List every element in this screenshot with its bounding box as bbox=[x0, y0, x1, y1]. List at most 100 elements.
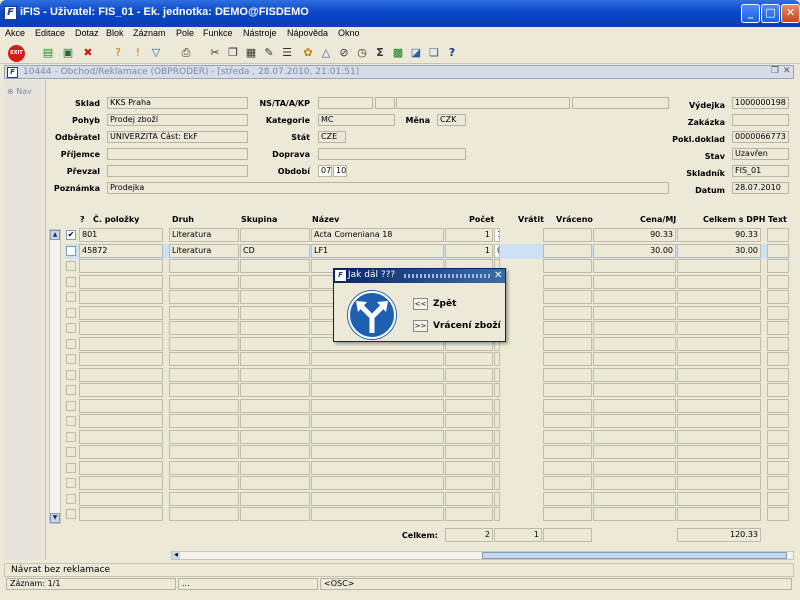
cell-cena[interactable]: 90.33 bbox=[593, 228, 676, 242]
cell-celkem[interactable] bbox=[677, 476, 761, 490]
cell-druh[interactable]: Literatura bbox=[169, 243, 239, 258]
cell-cislo[interactable] bbox=[79, 491, 163, 506]
cell-cena[interactable]: 30.00 bbox=[593, 243, 676, 258]
cell-vraceno[interactable] bbox=[543, 259, 592, 273]
prevzal-field[interactable] bbox=[107, 165, 248, 177]
row-checkbox[interactable] bbox=[66, 385, 76, 395]
cell-celkem[interactable] bbox=[677, 445, 761, 459]
cell-vratit[interactable] bbox=[494, 460, 500, 475]
cell-vraceno[interactable] bbox=[543, 367, 592, 382]
cell-celkem[interactable] bbox=[677, 352, 761, 366]
cell-text[interactable] bbox=[767, 352, 789, 366]
cell-vraceno[interactable] bbox=[543, 321, 592, 335]
cell-vratit[interactable] bbox=[494, 445, 500, 459]
cell-cena[interactable] bbox=[593, 414, 676, 428]
cell-nazev[interactable] bbox=[311, 507, 444, 521]
list-icon[interactable]: ☰ bbox=[279, 45, 295, 61]
cell-vratit[interactable] bbox=[494, 507, 500, 521]
cell-druh[interactable] bbox=[169, 476, 239, 490]
copy-icon[interactable]: ❐ bbox=[225, 45, 241, 61]
print-icon[interactable]: ⎙ bbox=[178, 45, 194, 61]
menu-editace[interactable]: Editace bbox=[35, 28, 65, 38]
table-row[interactable] bbox=[65, 429, 790, 445]
cell-celkem[interactable] bbox=[677, 305, 761, 320]
table-row[interactable] bbox=[65, 383, 790, 398]
cell-vraceno[interactable] bbox=[543, 336, 592, 351]
scroll-thumb[interactable] bbox=[482, 552, 787, 559]
cell-skupina[interactable] bbox=[240, 352, 310, 366]
cell-text[interactable] bbox=[767, 476, 789, 490]
menu-zaznam[interactable]: Záznam bbox=[133, 28, 166, 38]
paste-icon[interactable]: ▦ bbox=[243, 45, 259, 61]
minimize-button[interactable]: _ bbox=[741, 4, 760, 23]
pohyb-field[interactable]: Prodej zboží bbox=[107, 114, 248, 126]
cell-cena[interactable] bbox=[593, 507, 676, 521]
row-checkbox[interactable] bbox=[66, 354, 76, 364]
cell-skupina[interactable] bbox=[240, 259, 310, 273]
cell-vraceno[interactable] bbox=[543, 398, 592, 413]
row-checkbox[interactable] bbox=[66, 447, 76, 457]
stat-field[interactable]: CZE bbox=[318, 131, 346, 143]
cell-druh[interactable] bbox=[169, 367, 239, 382]
row-checkbox[interactable] bbox=[66, 338, 76, 349]
cell-druh[interactable] bbox=[169, 445, 239, 459]
cell-vraceno[interactable] bbox=[543, 491, 592, 506]
cell-vratit[interactable] bbox=[494, 414, 500, 428]
ns-field-4[interactable] bbox=[572, 97, 669, 109]
row-checkbox[interactable] bbox=[66, 493, 76, 504]
sum-icon[interactable]: Σ bbox=[372, 45, 388, 61]
vydejka-field[interactable]: 1000000198 bbox=[732, 97, 789, 109]
cell-cislo[interactable] bbox=[79, 290, 163, 304]
table-row[interactable] bbox=[65, 414, 790, 429]
cell-pocet[interactable]: 1 bbox=[445, 228, 493, 242]
cell-vraceno[interactable] bbox=[543, 290, 592, 304]
sklad-field[interactable]: KKS Praha bbox=[107, 97, 248, 109]
cell-vraceno[interactable] bbox=[543, 228, 592, 242]
dialog-close-icon[interactable]: ✕ bbox=[494, 270, 502, 281]
table-row[interactable]: 45872 LiteraturaCDLF110 30.0030.00 bbox=[65, 243, 790, 259]
cell-vraceno[interactable] bbox=[543, 352, 592, 366]
cell-cislo[interactable]: 45872 bbox=[79, 243, 163, 258]
cell-cena[interactable] bbox=[593, 290, 676, 304]
cell-vraceno[interactable] bbox=[543, 414, 592, 428]
odberatel-field[interactable]: UNIVERZITA Část: EkF bbox=[107, 131, 248, 143]
menu-dotaz[interactable]: Dotaz bbox=[75, 28, 99, 38]
stav-field[interactable]: Uzavřen bbox=[732, 148, 789, 160]
restore-icon[interactable]: ❐ bbox=[771, 66, 779, 76]
cell-cislo[interactable] bbox=[79, 367, 163, 382]
cell-skupina[interactable] bbox=[240, 383, 310, 397]
execute-query-icon[interactable]: ! bbox=[130, 45, 146, 61]
cell-cena[interactable] bbox=[593, 429, 676, 444]
cell-cislo[interactable] bbox=[79, 336, 163, 351]
menu-funkce[interactable]: Funkce bbox=[203, 28, 233, 38]
row-checkbox[interactable] bbox=[66, 323, 76, 333]
cell-vraceno[interactable] bbox=[543, 305, 592, 320]
row-checkbox[interactable] bbox=[66, 400, 76, 411]
enter-query-icon[interactable]: ? bbox=[110, 45, 126, 61]
cell-cislo[interactable] bbox=[79, 321, 163, 335]
form-close-icon[interactable]: ✕ bbox=[783, 66, 791, 76]
cell-skupina[interactable] bbox=[240, 460, 310, 475]
cell-nazev[interactable] bbox=[311, 398, 444, 413]
cell-pocet[interactable] bbox=[445, 383, 493, 397]
ns-field-2[interactable] bbox=[375, 97, 395, 109]
cell-druh[interactable] bbox=[169, 352, 239, 366]
cell-text[interactable] bbox=[767, 429, 789, 444]
back-label[interactable]: Zpět bbox=[433, 299, 456, 309]
cell-vraceno[interactable] bbox=[543, 383, 592, 397]
save-icon[interactable]: ▣ bbox=[60, 45, 76, 61]
cell-cena[interactable] bbox=[593, 367, 676, 382]
cell-druh[interactable] bbox=[169, 290, 239, 304]
cell-cena[interactable] bbox=[593, 445, 676, 459]
poznamka-field[interactable]: Prodejka bbox=[107, 182, 669, 194]
cell-pocet[interactable] bbox=[445, 352, 493, 366]
cell-nazev[interactable] bbox=[311, 367, 444, 382]
pokl-doklad-field[interactable]: 0000066773 bbox=[732, 131, 789, 143]
ns-field-1[interactable] bbox=[318, 97, 373, 109]
row-checkbox[interactable]: ✔ bbox=[66, 230, 76, 240]
doprava-field[interactable] bbox=[318, 148, 466, 160]
cell-druh[interactable] bbox=[169, 321, 239, 335]
cell-nazev[interactable]: Acta Comeniana 18 bbox=[311, 228, 444, 242]
cell-celkem[interactable] bbox=[677, 274, 761, 289]
cell-celkem[interactable] bbox=[677, 259, 761, 273]
